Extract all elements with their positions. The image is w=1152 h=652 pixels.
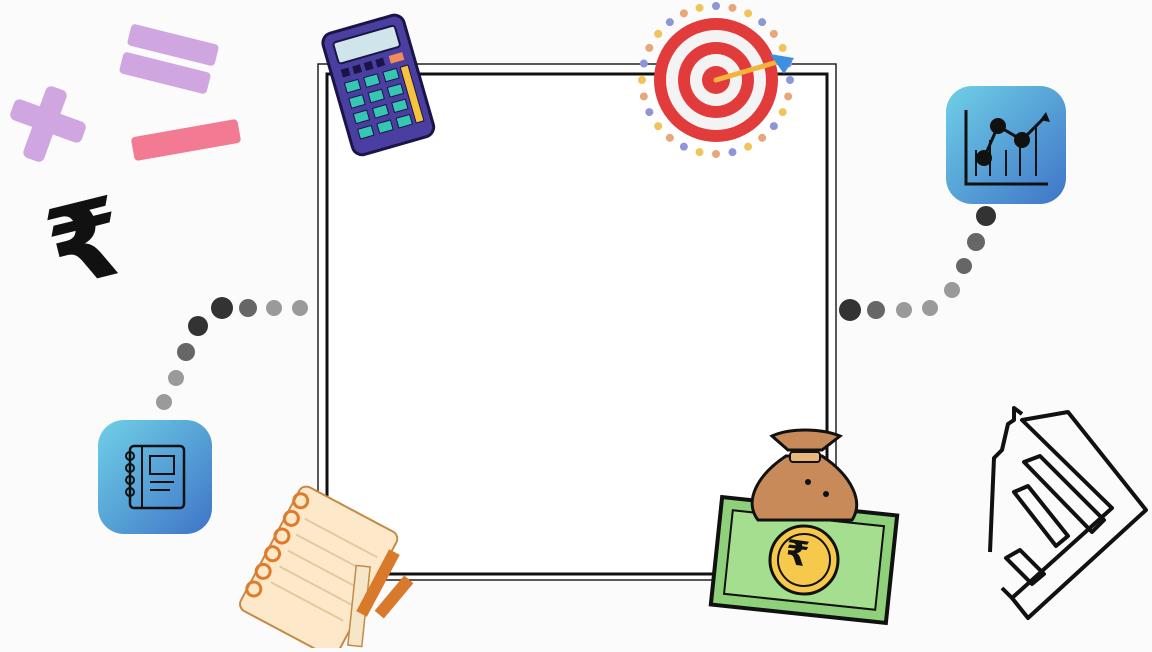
connector-dot — [188, 316, 208, 336]
dotted-connector-right — [839, 206, 996, 321]
connector-dot — [769, 29, 778, 38]
connector-dot — [944, 282, 960, 298]
connector-dot — [728, 148, 737, 157]
connector-dot — [778, 108, 787, 117]
notebook-icon — [98, 420, 212, 534]
bar-chart-arrow-icon — [988, 406, 1148, 620]
connector-dot — [665, 18, 674, 27]
connector-dot — [728, 3, 737, 12]
connector-dot — [695, 148, 704, 157]
connector-dot — [744, 142, 753, 151]
connector-dot — [239, 299, 257, 317]
connector-dot — [758, 18, 767, 27]
connector-dot — [639, 59, 648, 68]
connector-dot — [967, 233, 985, 251]
connector-dot — [695, 3, 704, 12]
coin-rupee-symbol: ₹ — [782, 532, 812, 576]
connector-dot — [654, 29, 663, 38]
connector-dot — [956, 258, 972, 274]
scene — [0, 0, 1152, 652]
connector-dot — [645, 108, 654, 117]
connector-dot — [654, 122, 663, 131]
connector-dot — [638, 76, 646, 84]
connector-dot — [639, 92, 648, 101]
connector-dot — [645, 43, 654, 52]
connector-dot — [867, 301, 885, 319]
connector-dot — [177, 343, 195, 361]
connector-dot — [292, 300, 308, 316]
connector-dot — [769, 122, 778, 131]
plus-icon — [10, 86, 86, 162]
minus-icon — [131, 119, 241, 161]
connector-dot — [712, 150, 720, 158]
connector-dot — [665, 133, 674, 142]
connector-dot — [679, 9, 688, 18]
equals-icon — [119, 24, 219, 94]
connector-dot — [839, 299, 861, 321]
growth-chart-icon — [946, 86, 1066, 204]
connector-dot — [778, 43, 787, 52]
connector-dot — [156, 394, 172, 410]
connector-dot — [679, 142, 688, 151]
connector-dot — [896, 302, 912, 318]
connector-dot — [168, 370, 184, 386]
connector-dot — [758, 133, 767, 142]
connector-dot — [976, 206, 996, 226]
connector-dot — [712, 2, 720, 10]
connector-dot — [211, 297, 233, 319]
dotted-connector-left — [156, 297, 308, 410]
connector-dot — [784, 92, 793, 101]
connector-dot — [266, 300, 282, 316]
connector-dot — [744, 9, 753, 18]
connector-dot — [922, 300, 938, 316]
connector-dot — [786, 76, 794, 84]
